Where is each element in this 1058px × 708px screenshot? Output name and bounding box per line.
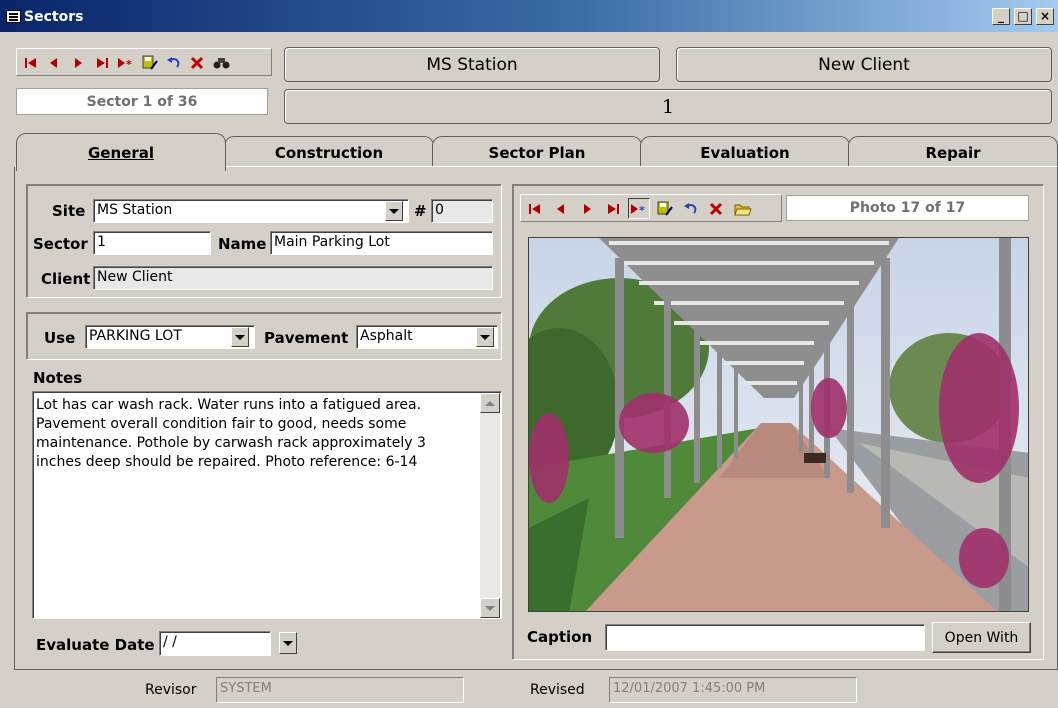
tab-evaluation[interactable]: Evaluation — [640, 136, 850, 168]
new-record-button[interactable]: * — [115, 52, 137, 73]
previous-record-button[interactable] — [43, 52, 65, 73]
evaluate-date-field[interactable]: / / — [159, 631, 271, 656]
delete-icon — [190, 56, 204, 69]
form-icon — [6, 10, 21, 23]
record-nav-toolbar: * — [16, 48, 272, 76]
open-with-button[interactable]: Open With — [932, 622, 1031, 653]
site-dropdown-button[interactable] — [385, 201, 403, 221]
client-label: Client — [41, 270, 91, 288]
save-icon — [142, 55, 158, 70]
tab-repair[interactable]: Repair — [848, 136, 1058, 168]
record-counter: Sector 1 of 36 — [16, 88, 268, 115]
notes-label: Notes — [33, 369, 83, 387]
delete-icon — [709, 202, 723, 215]
undo-icon — [167, 56, 180, 68]
site-label: Site — [52, 202, 86, 220]
use-label: Use — [44, 329, 76, 347]
use-dropdown-button[interactable] — [231, 327, 249, 347]
minimize-button[interactable]: _ — [992, 8, 1010, 25]
site-select[interactable]: MS Station — [93, 199, 409, 223]
client-field: New Client — [93, 266, 493, 290]
site-header: MS Station — [284, 47, 660, 82]
first-record-button[interactable] — [20, 52, 42, 73]
undo-button[interactable] — [163, 52, 185, 73]
scroll-up-button[interactable] — [480, 393, 500, 413]
sector-photo — [528, 237, 1029, 612]
next-record-button[interactable] — [67, 52, 89, 73]
revised-field: 12/01/2007 1:45:00 PM — [609, 677, 857, 703]
photo-last-button[interactable] — [602, 198, 624, 219]
save-icon — [657, 201, 673, 216]
sector-field[interactable]: 1 — [93, 231, 211, 255]
new-record-icon: * — [631, 203, 645, 215]
notes-textarea[interactable]: Lot has car wash rack. Water runs into a… — [32, 391, 502, 619]
photo-first-button[interactable] — [524, 198, 546, 219]
notes-text: Lot has car wash rack. Water runs into a… — [36, 397, 426, 470]
name-label: Name — [218, 235, 267, 253]
new-record-icon: * — [118, 57, 132, 69]
previous-icon — [557, 203, 564, 214]
photo-undo-button[interactable] — [680, 198, 702, 219]
photo-next-button[interactable] — [576, 198, 598, 219]
binoculars-icon — [213, 57, 230, 68]
photo-nav-toolbar: * — [520, 194, 782, 222]
use-select[interactable]: PARKING LOT — [85, 325, 255, 349]
caption-label: Caption — [527, 628, 593, 646]
close-button[interactable]: × — [1036, 8, 1054, 25]
first-icon — [529, 203, 540, 214]
previous-icon — [50, 57, 57, 68]
delete-record-button[interactable] — [187, 52, 209, 73]
save-record-button[interactable] — [139, 52, 161, 73]
pavement-dropdown-button[interactable] — [476, 327, 494, 347]
title-bar: Sectors _ □ × — [0, 0, 1058, 32]
first-icon — [25, 57, 36, 68]
undo-icon — [684, 202, 697, 214]
find-button[interactable] — [211, 52, 233, 73]
evaluate-date-dropdown-button[interactable] — [279, 632, 297, 654]
sector-photo-image — [529, 238, 1028, 611]
svg-text:*: * — [639, 204, 645, 215]
last-record-button[interactable] — [91, 52, 113, 73]
tab-sector-plan[interactable]: Sector Plan — [432, 136, 642, 168]
photo-new-button[interactable]: * — [628, 198, 650, 219]
notes-scrollbar[interactable] — [480, 393, 500, 618]
hash-label: # — [414, 202, 427, 220]
tab-construction[interactable]: Construction — [224, 136, 434, 168]
revisor-field: SYSTEM — [216, 677, 464, 703]
revised-label: Revised — [530, 682, 585, 698]
window-title: Sectors — [24, 9, 84, 25]
next-icon — [75, 57, 82, 68]
last-icon — [97, 57, 108, 68]
sector-name-field[interactable]: Main Parking Lot — [270, 231, 493, 255]
sector-label: Sector — [33, 235, 88, 253]
sector-number-header: 1 — [284, 89, 1052, 124]
evaluate-date-label: Evaluate Date — [36, 636, 155, 654]
last-icon — [608, 203, 619, 214]
maximize-button[interactable]: □ — [1014, 8, 1032, 25]
next-icon — [584, 203, 591, 214]
photo-counter: Photo 17 of 17 — [786, 195, 1029, 221]
client-header: New Client — [676, 47, 1052, 82]
pavement-label: Pavement — [264, 329, 349, 347]
site-number-field: 0 — [431, 199, 493, 223]
folder-open-icon — [734, 204, 752, 215]
scroll-down-button[interactable] — [480, 598, 500, 618]
svg-text:*: * — [126, 58, 132, 69]
tab-general[interactable]: General — [16, 133, 226, 171]
caption-field[interactable] — [605, 624, 925, 651]
photo-open-folder-button[interactable] — [732, 198, 754, 219]
photo-delete-button[interactable] — [706, 198, 728, 219]
photo-previous-button[interactable] — [550, 198, 572, 219]
photo-save-button[interactable] — [654, 198, 676, 219]
revisor-label: Revisor — [145, 682, 197, 698]
